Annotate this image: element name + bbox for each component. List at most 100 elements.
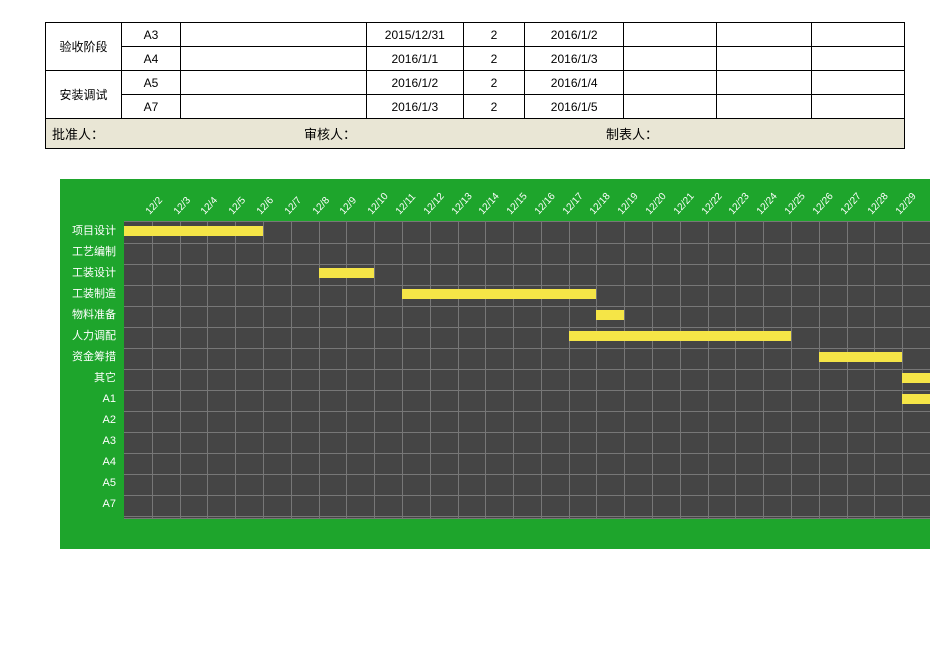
table-cell: 2016/1/2 (366, 71, 463, 95)
gantt-row-label: A1 (60, 389, 120, 410)
table-cell: 2 (463, 23, 524, 47)
x-tick-label: 12/7 (283, 195, 304, 217)
x-tick-label: 12/13 (449, 191, 474, 217)
table-cell: A4 (121, 47, 180, 71)
table-cell: A3 (121, 23, 180, 47)
gantt-row: 项目设计 (124, 221, 930, 242)
table-row: A4 2016/1/122016/1/3 (46, 47, 905, 71)
gantt-bar (596, 310, 624, 320)
gantt-row: 人力调配 (124, 326, 930, 347)
x-tick-label: 12/18 (588, 191, 613, 217)
gantt-row-label: 工装制造 (60, 284, 120, 305)
x-tick-label: 12/6 (255, 195, 276, 217)
review-label: 审核人： (298, 124, 600, 143)
gantt-row: 工艺编制 (124, 242, 930, 263)
gantt-row-label: A5 (60, 473, 120, 494)
gantt-row-label: 资金筹措 (60, 347, 120, 368)
x-tick-label: 12/12 (422, 191, 447, 217)
x-tick-label: 12/10 (366, 191, 391, 217)
table-cell: 2016/1/5 (525, 95, 624, 119)
gantt-row-label: A2 (60, 410, 120, 431)
gantt-row-label: 项目设计 (60, 221, 120, 242)
table-cell: 2 (463, 47, 524, 71)
table-cell (717, 95, 812, 119)
approve-label: 批准人： (46, 124, 298, 143)
gantt-chart: 12/212/312/412/512/612/712/812/912/1012/… (60, 179, 930, 549)
x-tick-label: 12/29 (894, 191, 919, 217)
x-tick-label: 12/11 (394, 192, 418, 217)
signoff-row: 批准人： 审核人： 制表人： (45, 119, 905, 149)
gantt-bar (402, 289, 597, 299)
table-cell (812, 95, 905, 119)
table-cell (181, 23, 367, 47)
x-tick-label: 12/15 (505, 191, 530, 217)
x-tick-label: 12/8 (310, 195, 331, 217)
x-tick-label: 12/20 (644, 191, 669, 217)
gantt-row: 工装设计 (124, 263, 930, 284)
x-tick-label: 12/24 (755, 191, 780, 217)
gantt-row: 工装制造 (124, 284, 930, 305)
schedule-table: 验收阶段A32015/12/3122016/1/2A42016/1/122016… (45, 22, 905, 119)
gantt-row-label: A3 (60, 431, 120, 452)
phase-cell: 验收阶段 (46, 23, 122, 71)
table-cell (181, 47, 367, 71)
gantt-row-label: 人力调配 (60, 326, 120, 347)
gantt-bar (902, 373, 930, 383)
table-cell (624, 71, 717, 95)
table-cell: A7 (121, 95, 180, 119)
gantt-bar (902, 394, 930, 404)
table-cell (717, 71, 812, 95)
table-row: 安装调试A52016/1/222016/1/4 (46, 71, 905, 95)
gantt-row: A1 (124, 389, 930, 410)
x-tick-label: 12/25 (783, 191, 808, 217)
table-cell: 2 (463, 71, 524, 95)
x-tick-label: 12/27 (838, 191, 863, 217)
x-tick-label: 12/9 (338, 195, 359, 217)
x-tick-label: 12/2 (144, 195, 165, 217)
gantt-row: 物料准备 (124, 305, 930, 326)
x-tick-label: 12/28 (866, 191, 891, 217)
gantt-row-label: 工艺编制 (60, 242, 120, 263)
x-tick-label: 12/5 (227, 195, 248, 217)
gantt-row: A4 (124, 452, 930, 473)
table-cell: 2016/1/3 (525, 47, 624, 71)
gantt-row: A7 (124, 494, 930, 515)
gantt-row-label: A7 (60, 494, 120, 515)
table-cell (624, 23, 717, 47)
table-row: 验收阶段A32015/12/3122016/1/2 (46, 23, 905, 47)
x-tick-label: 12/3 (171, 195, 192, 217)
x-tick-label: 12/23 (727, 191, 752, 217)
prepare-label: 制表人： (600, 124, 904, 143)
table-cell (624, 95, 717, 119)
table-cell: 2 (463, 95, 524, 119)
table-cell (812, 71, 905, 95)
gantt-row: 其它 (124, 368, 930, 389)
gantt-row-label: A4 (60, 452, 120, 473)
x-tick-label: 12/4 (199, 195, 220, 217)
table-cell: 2015/12/31 (366, 23, 463, 47)
table-cell (717, 23, 812, 47)
gantt-bar (819, 352, 902, 362)
gantt-row: A5 (124, 473, 930, 494)
gantt-row: 资金筹措 (124, 347, 930, 368)
x-tick-label: 12/17 (561, 191, 586, 217)
gantt-row-label: 其它 (60, 368, 120, 389)
gantt-row: A3 (124, 431, 930, 452)
phase-cell: 安装调试 (46, 71, 122, 119)
table-cell (624, 47, 717, 71)
table-cell: 2016/1/1 (366, 47, 463, 71)
x-tick-label: 12/22 (699, 191, 724, 217)
table-cell: A5 (121, 71, 180, 95)
gantt-bar (124, 226, 263, 236)
gantt-row-label: 工装设计 (60, 263, 120, 284)
table-cell (181, 95, 367, 119)
x-tick-label: 12/21 (672, 191, 697, 217)
gantt-bar (319, 268, 375, 278)
table-cell: 2016/1/3 (366, 95, 463, 119)
table-cell (181, 71, 367, 95)
gantt-row-label: 物料准备 (60, 305, 120, 326)
gantt-row: A2 (124, 410, 930, 431)
x-tick-label: 12/19 (616, 191, 641, 217)
gantt-bar (569, 331, 791, 341)
table-cell: 2016/1/4 (525, 71, 624, 95)
